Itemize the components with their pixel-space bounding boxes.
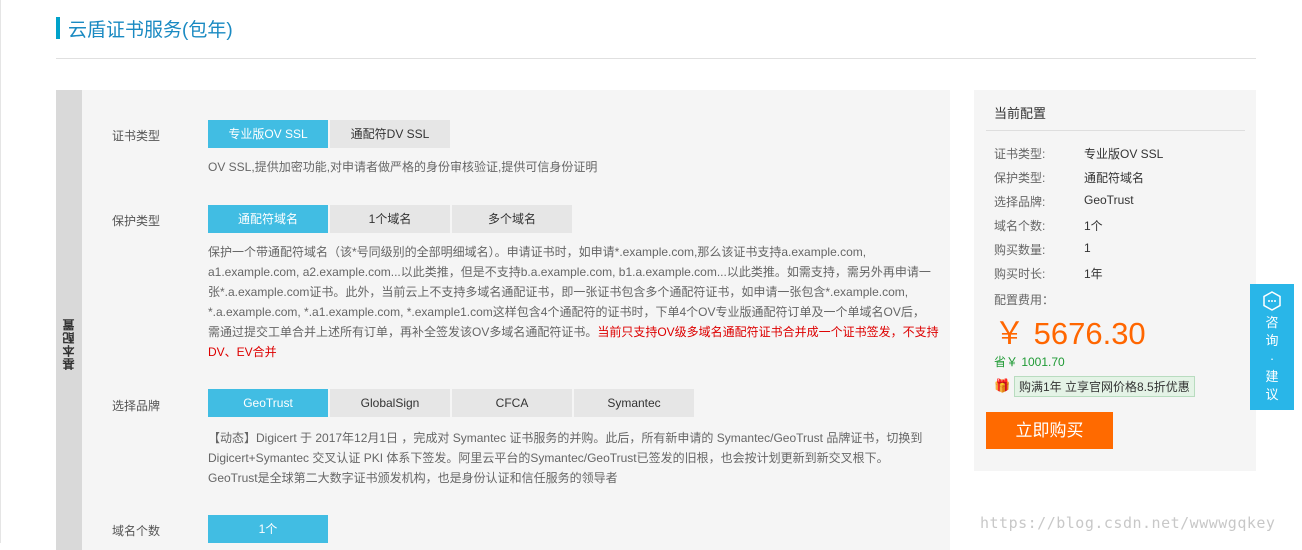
protect-type-option-multi[interactable]: 多个域名 [452, 205, 572, 233]
consult-char: · [1269, 351, 1275, 366]
domain-count-option-1[interactable]: 1个 [208, 515, 328, 543]
brand-option-geotrust[interactable]: GeoTrust [208, 389, 328, 417]
cert-type-label: 证书类型 [112, 129, 161, 143]
cert-type-option-dv[interactable]: 通配符DV SSL [330, 120, 450, 148]
brand-option-symantec[interactable]: Symantec [574, 389, 694, 417]
page-title: 云盾证书服务(包年) [68, 20, 233, 41]
summary-row-value: 专业版OV SSL [1084, 147, 1164, 161]
consult-char: 咨 [1265, 315, 1279, 330]
protect-warning-text: DV、EV合并 [208, 345, 277, 359]
consult-label: 咨 询 · 建 议 [1250, 314, 1294, 404]
protect-desc-line-with-warning: 需通过提交工单合并上述所有订单，再补全签发该OV多域名通配符证书。当前只支持OV… [208, 322, 948, 342]
page-left-border [0, 0, 1, 543]
promo-badge: 购满1年 立享官网价格8.5折优惠 [1014, 376, 1195, 397]
watermark-url: https://blog.csdn.net/wwwwgqkey [980, 514, 1276, 532]
brand-options: GeoTrust GlobalSign CFCA Symantec [208, 389, 694, 417]
title-accent-bar [56, 17, 60, 39]
cert-type-description: OV SSL,提供加密功能,对申请者做严格的身份审核验证,提供可信身份证明 [208, 160, 598, 174]
brand-label: 选择品牌 [112, 399, 161, 413]
gift-icon: 🎁 [994, 378, 1011, 393]
brand-desc-line: Digicert+Symantec 交叉认证 PKI 体系下签发。阿里云平台的S… [208, 451, 889, 465]
summary-row-value: 1 [1084, 241, 1091, 255]
config-side-label: 基本配置 [62, 318, 76, 370]
summary-row-label: 购买时长: [994, 267, 1046, 281]
protect-type-description: 保护一个带通配符域名（该*号同级别的全部明细域名）。申请证书时，如申请*.exa… [208, 242, 948, 362]
summary-divider [986, 130, 1245, 131]
protect-type-options: 通配符域名 1个域名 多个域名 [208, 205, 572, 233]
brand-option-cfca[interactable]: CFCA [452, 389, 572, 417]
protect-desc-line: *.a.example.com, *.a1.example.com, *.exa… [208, 305, 925, 319]
brand-option-globalsign[interactable]: GlobalSign [330, 389, 450, 417]
saving-amount: 省￥ 1001.70 [994, 355, 1065, 369]
buy-now-button[interactable]: 立即购买 [986, 412, 1113, 449]
config-side-strip: 基本配置 [56, 90, 82, 550]
summary-row-label: 保护类型: [994, 171, 1046, 185]
cert-type-options: 专业版OV SSL 通配符DV SSL [208, 120, 450, 148]
summary-title: 当前配置 [994, 106, 1047, 121]
summary-row-value: 1年 [1084, 267, 1103, 281]
brand-desc-line: GeoTrust是全球第二大数字证书颁发机构，也是身份认证和信任服务的领导者 [208, 471, 618, 485]
summary-row-label: 购买数量: [994, 243, 1046, 257]
price-amount: ￥ 5676.30 [994, 316, 1146, 351]
brand-desc-line: 【动态】Digicert 于 2017年12月1日 ，完成对 Symantec … [208, 431, 923, 445]
domain-count-label: 域名个数 [112, 524, 161, 538]
title-divider [56, 58, 1256, 59]
fee-label: 配置费用： [994, 293, 1055, 307]
summary-row-label: 选择品牌: [994, 195, 1046, 209]
summary-row-label: 域名个数: [994, 219, 1046, 233]
summary-row-value: 1个 [1084, 219, 1103, 233]
consult-char: 询 [1265, 333, 1279, 348]
brand-description: 【动态】Digicert 于 2017年12月1日 ，完成对 Symantec … [208, 428, 948, 488]
protect-type-label: 保护类型 [112, 214, 161, 228]
summary-row-value: GeoTrust [1084, 193, 1134, 207]
cert-type-option-ov[interactable]: 专业版OV SSL [208, 120, 328, 148]
consult-widget[interactable]: 咨 询 · 建 议 [1250, 284, 1294, 410]
chat-icon [1263, 291, 1281, 311]
domain-count-options: 1个 [208, 515, 328, 543]
protect-desc-line: 保护一个带通配符域名（该*号同级别的全部明细域名）。申请证书时，如申请*.exa… [208, 245, 867, 259]
protect-warning-text: 当前只支持OV级多域名通配符证书合并成一个证书签发，不支持 [597, 325, 939, 339]
protect-type-option-wildcard[interactable]: 通配符域名 [208, 205, 328, 233]
protect-desc-line: a1.example.com, a2.example.com...以此类推，但是… [208, 265, 931, 279]
protect-desc-line: 需通过提交工单合并上述所有订单，再补全签发该OV多域名通配符证书。 [208, 325, 598, 339]
consult-char: 议 [1265, 387, 1279, 402]
protect-desc-line: 张*.a.example.com证书。此外，当前云上不支持多域名通配证书，即一张… [208, 285, 909, 299]
config-panel: 基本配置 证书类型 专业版OV SSL 通配符DV SSL OV SSL,提供加… [56, 90, 950, 550]
summary-panel: 当前配置 证书类型: 专业版OV SSL 保护类型: 通配符域名 选择品牌: G… [974, 90, 1256, 471]
consult-char: 建 [1265, 369, 1279, 384]
summary-row-label: 证书类型: [994, 147, 1046, 161]
summary-row-value: 通配符域名 [1084, 171, 1145, 185]
protect-type-option-single[interactable]: 1个域名 [330, 205, 450, 233]
